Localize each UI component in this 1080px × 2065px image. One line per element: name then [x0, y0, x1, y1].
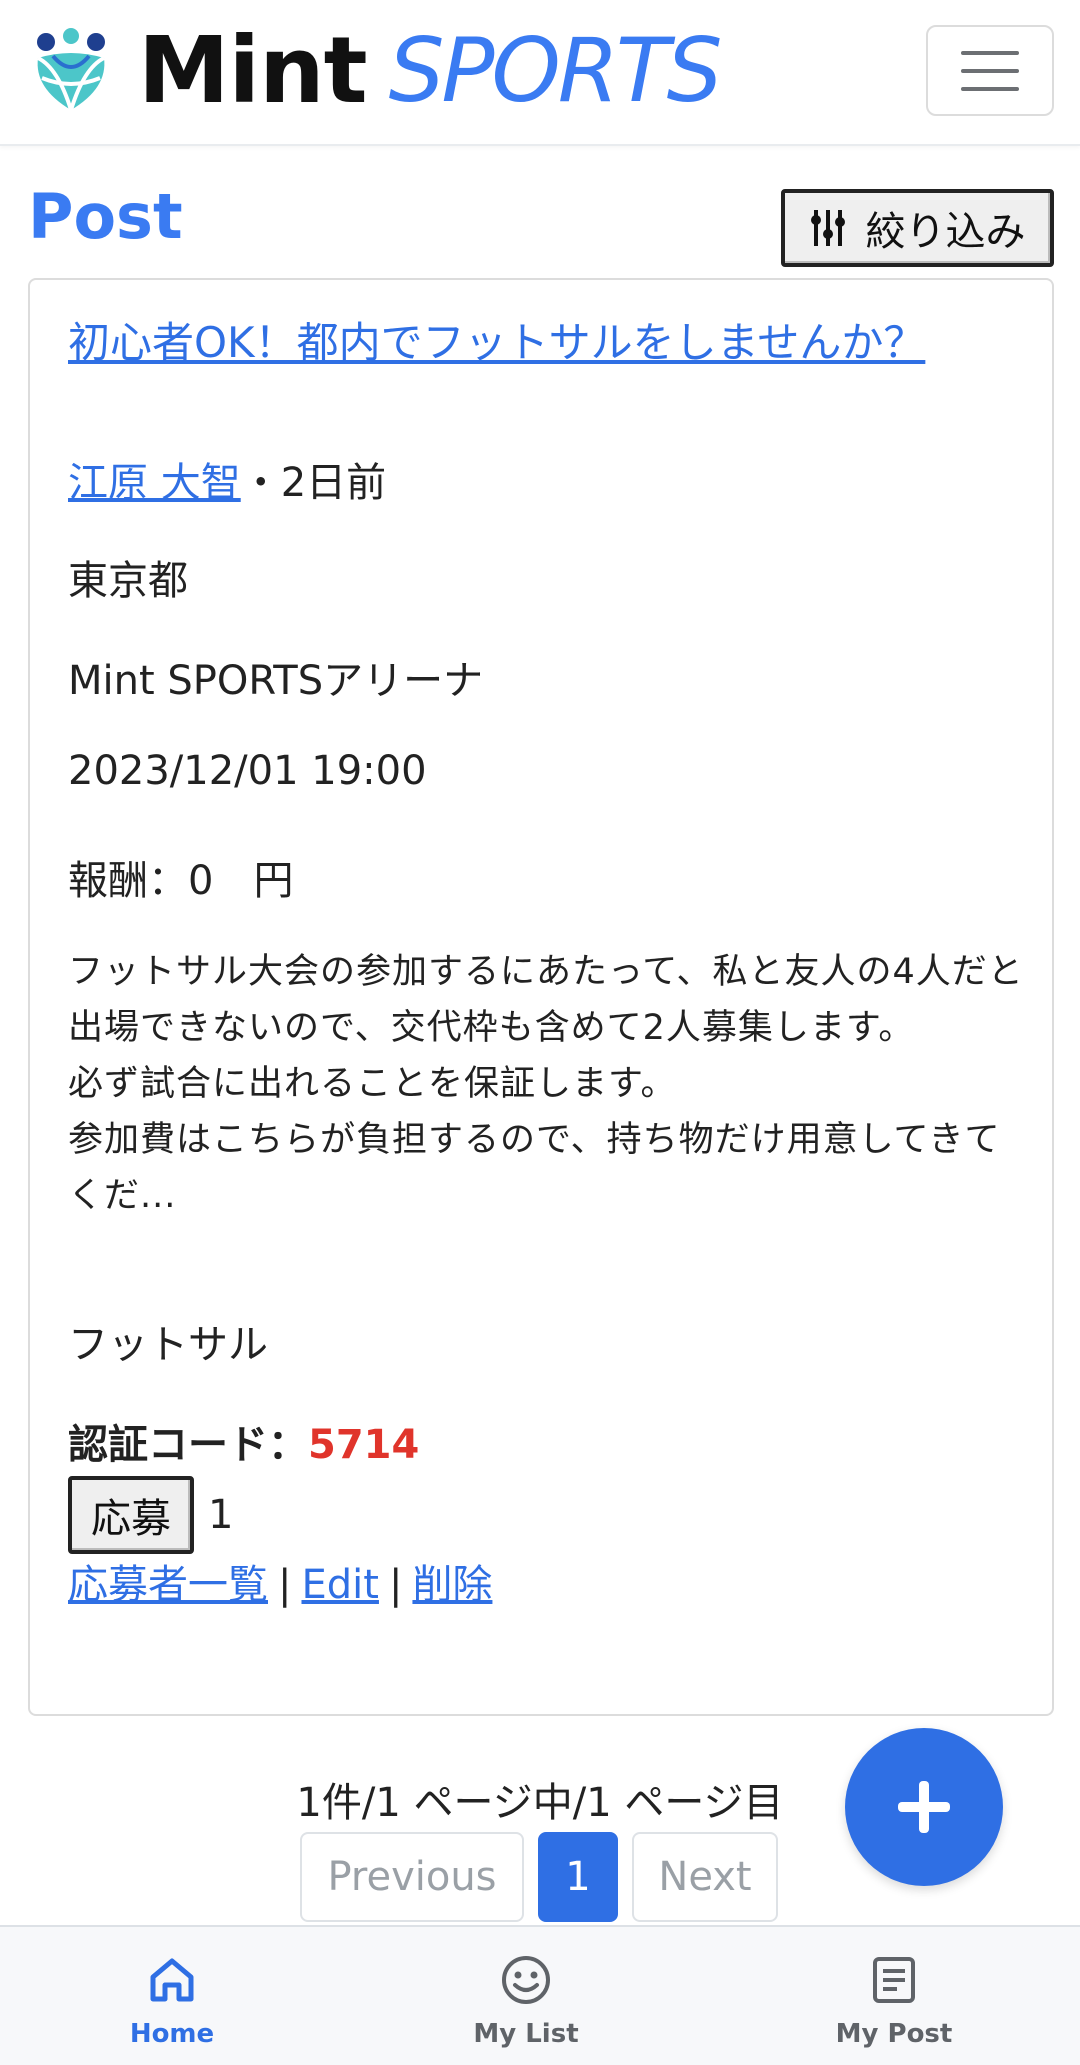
auth-code-value: 5714	[308, 1422, 420, 1468]
separator: |	[388, 1562, 403, 1608]
auth-code-row: 認証コード：5714	[68, 1412, 419, 1470]
sliders-icon	[810, 210, 845, 246]
author-link[interactable]: 江原 大智	[68, 460, 241, 506]
smiley-icon	[502, 1956, 550, 2004]
post-meta: 江原 大智・2日前	[68, 450, 386, 508]
filter-label: 絞り込み	[865, 209, 1026, 255]
nav-home-label: Home	[129, 2019, 215, 2049]
hamburger-menu-line	[961, 68, 1019, 73]
page-title: Post	[28, 180, 183, 253]
brand-logo[interactable]: Mint SPORTS	[28, 17, 723, 124]
hamburger-menu-line	[961, 86, 1019, 91]
edit-link[interactable]: Edit	[301, 1562, 378, 1608]
document-icon	[873, 1957, 915, 2003]
post-time: ・2日前	[240, 460, 387, 506]
brand-name-sports: SPORTS	[388, 19, 723, 122]
top-navbar: Mint SPORTS	[0, 0, 1080, 146]
nav-my-list[interactable]: My List	[426, 1953, 626, 2049]
applicants-list-link[interactable]: 応募者一覧	[68, 1562, 268, 1608]
previous-page-button[interactable]: Previous	[300, 1832, 524, 1922]
post-prefecture: 東京都	[68, 558, 188, 604]
nav-my-list-label: My List	[473, 2019, 579, 2049]
nav-my-post-label: My Post	[835, 2019, 953, 2049]
nav-home[interactable]: Home	[72, 1953, 272, 2049]
post-description: フットサル大会の参加するにあたって、私と友人の4人だと出場できないので、交代枠も…	[68, 952, 1024, 1216]
brand-name-mint: Mint	[138, 17, 368, 124]
delete-link[interactable]: 削除	[412, 1562, 492, 1608]
nav-my-post[interactable]: My Post	[794, 1953, 994, 2049]
auth-code-label: 認証コード：	[68, 1422, 308, 1468]
post-card: 初心者OK！都内でフットサルをしませんか？ 江原 大智・2日前 東京都 Mint…	[28, 278, 1054, 1716]
hamburger-menu-icon	[961, 50, 1019, 55]
post-venue: Mint SPORTSアリーナ	[68, 658, 484, 704]
post-actions: 応募者一覧 | Edit | 削除	[68, 1552, 492, 1610]
post-reward: 報酬：0 円	[68, 858, 294, 904]
post-sport: フットサル	[68, 1322, 268, 1368]
hamburger-menu-button[interactable]	[926, 25, 1054, 116]
separator: |	[278, 1562, 292, 1608]
bottom-navigation: Home My List My Post	[0, 1925, 1080, 2065]
home-icon	[150, 1958, 194, 2002]
apply-button[interactable]: 応募	[68, 1476, 194, 1554]
mint-logo-icon	[37, 28, 105, 114]
filter-button[interactable]: 絞り込み	[781, 189, 1054, 267]
next-page-button[interactable]: Next	[632, 1832, 778, 1922]
post-title-link[interactable]: 初心者OK！都内でフットサルをしませんか？	[68, 316, 968, 370]
apply-row: 応募 1	[68, 1476, 233, 1554]
apply-count: 1	[208, 1492, 234, 1538]
post-datetime: 2023/12/01 19:00	[68, 748, 427, 794]
current-page-button[interactable]: 1	[538, 1832, 618, 1922]
new-post-fab[interactable]	[845, 1728, 1003, 1886]
pagination: Previous 1 Next	[300, 1832, 778, 1922]
plus-icon	[898, 1781, 950, 1833]
